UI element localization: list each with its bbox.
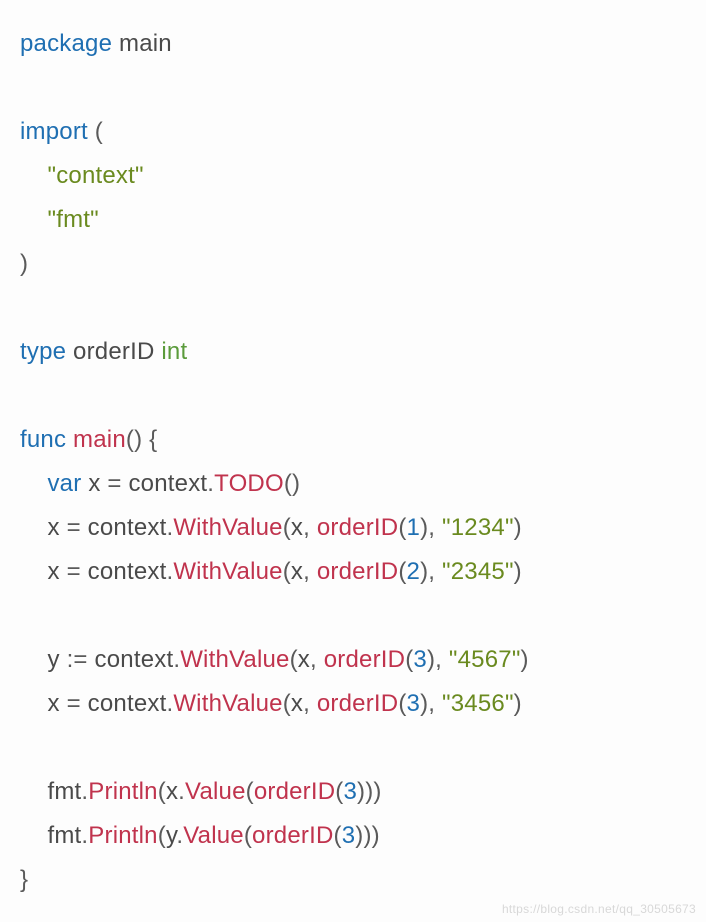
var-y: y xyxy=(47,646,59,673)
comma: , xyxy=(428,514,435,541)
brace-open: { xyxy=(149,426,157,453)
eq: = xyxy=(107,470,121,497)
num-2: 2 xyxy=(407,558,421,585)
paren-close: ) xyxy=(20,250,28,277)
paren-open: ( xyxy=(158,778,166,805)
brace-close: } xyxy=(20,866,28,893)
import-fmt: "fmt" xyxy=(47,206,98,233)
str-4567: "4567" xyxy=(449,646,521,673)
comma: , xyxy=(303,690,310,717)
comma: , xyxy=(428,690,435,717)
ctx: context xyxy=(88,514,167,541)
dot: . xyxy=(178,778,185,805)
paren-close: ))) xyxy=(355,822,380,849)
fn-withvalue: WithValue xyxy=(173,514,282,541)
paren-close: ) xyxy=(521,646,529,673)
paren-close: ))) xyxy=(357,778,382,805)
kw-import: import xyxy=(20,118,88,145)
num-3: 3 xyxy=(342,822,356,849)
arg-x: x xyxy=(298,646,310,673)
comma: , xyxy=(303,514,310,541)
ctx: context xyxy=(128,470,207,497)
arg-x: x xyxy=(291,690,303,717)
kw-var: var xyxy=(47,470,81,497)
orderid: orderID xyxy=(317,558,398,585)
fn-value: Value xyxy=(183,822,244,849)
eq: = xyxy=(67,514,81,541)
comma: , xyxy=(435,646,442,673)
ctx: context xyxy=(88,690,167,717)
paren-open: ( xyxy=(283,558,291,585)
eq: = xyxy=(67,690,81,717)
paren-close: ) xyxy=(427,646,435,673)
paren-open: ( xyxy=(333,822,341,849)
ctx: context xyxy=(95,646,174,673)
func-main: main xyxy=(73,426,126,453)
watermark: https://blog.csdn.net/qq_30505673 xyxy=(502,902,696,916)
paren-open: ( xyxy=(246,778,254,805)
fn-value: Value xyxy=(185,778,246,805)
fn-todo: TODO xyxy=(214,470,284,497)
fmt: fmt xyxy=(47,778,81,805)
comma: , xyxy=(310,646,317,673)
str-1234: "1234" xyxy=(442,514,514,541)
paren-open: ( xyxy=(244,822,252,849)
orderid: orderID xyxy=(317,514,398,541)
kw-func: func xyxy=(20,426,66,453)
coloneq: := xyxy=(67,646,88,673)
paren-close: ) xyxy=(514,690,522,717)
var-x: x xyxy=(88,470,100,497)
var-y: y xyxy=(166,822,176,849)
str-3456: "3456" xyxy=(442,690,514,717)
ctx: context xyxy=(88,558,167,585)
paren-open: ( xyxy=(158,822,166,849)
paren-open: ( xyxy=(398,514,406,541)
comma: , xyxy=(303,558,310,585)
kw-package: package xyxy=(20,30,112,57)
code-block: package main import ( "context" "fmt" ) … xyxy=(0,0,706,922)
paren-open: ( xyxy=(283,690,291,717)
str-2345: "2345" xyxy=(442,558,514,585)
fn-withvalue: WithValue xyxy=(173,558,282,585)
paren: () xyxy=(284,470,300,497)
fn-withvalue: WithValue xyxy=(180,646,289,673)
var-x: x xyxy=(47,690,59,717)
var-x: x xyxy=(47,558,59,585)
fn-println: Println xyxy=(88,778,157,805)
orderid: orderID xyxy=(317,690,398,717)
fn-withvalue: WithValue xyxy=(173,690,282,717)
fn-println: Println xyxy=(88,822,157,849)
fmt: fmt xyxy=(47,822,81,849)
eq: = xyxy=(67,558,81,585)
paren-open: ( xyxy=(398,690,406,717)
num-3: 3 xyxy=(407,690,421,717)
arg-x: x xyxy=(291,514,303,541)
num-3: 3 xyxy=(343,778,357,805)
paren-open: ( xyxy=(283,514,291,541)
kw-type: type xyxy=(20,338,66,365)
type-name: orderID xyxy=(73,338,154,365)
comma: , xyxy=(428,558,435,585)
paren: () xyxy=(126,426,142,453)
arg-x: x xyxy=(291,558,303,585)
paren-close: ) xyxy=(514,514,522,541)
var-x: x xyxy=(166,778,178,805)
num-3: 3 xyxy=(413,646,427,673)
orderid: orderID xyxy=(252,822,333,849)
paren-close: ) xyxy=(514,558,522,585)
import-context: "context" xyxy=(47,162,143,189)
num-1: 1 xyxy=(407,514,421,541)
paren-open: ( xyxy=(290,646,298,673)
orderid: orderID xyxy=(324,646,405,673)
paren-open: ( xyxy=(398,558,406,585)
paren-open: ( xyxy=(95,118,103,145)
type-base: int xyxy=(161,338,187,365)
var-x: x xyxy=(47,514,59,541)
orderid: orderID xyxy=(254,778,335,805)
pkg-name: main xyxy=(119,30,172,57)
